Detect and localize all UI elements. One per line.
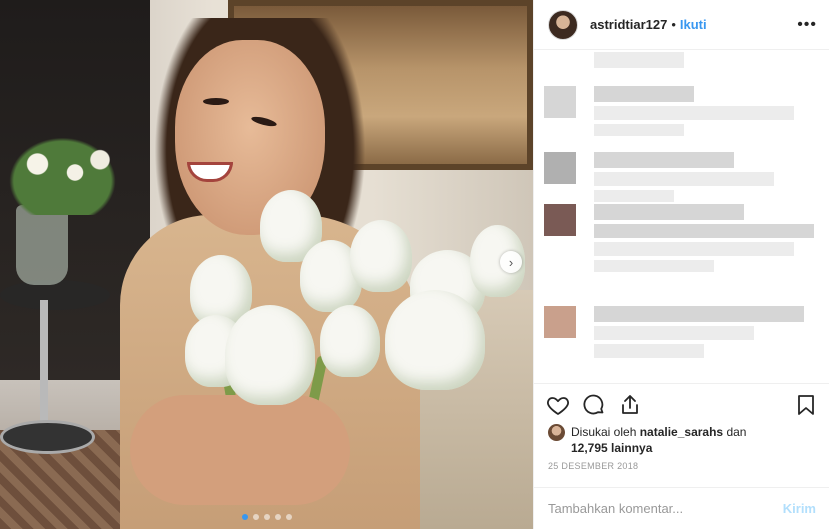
vase [16,205,68,285]
avatar[interactable] [548,9,578,40]
likes-summary[interactable]: Disukai oleh natalie_sarahs dan 12,795 l… [548,424,818,456]
glass-table [0,280,110,310]
carousel-dot [286,514,292,520]
calla-lily [320,305,380,377]
bookmark-icon[interactable] [794,393,818,417]
calla-lily [225,305,315,405]
likes-count-link[interactable]: 12,795 lainnya [571,441,652,455]
pixelated-block [594,106,794,120]
pixelated-block [594,152,734,168]
liker-avatar [548,424,565,441]
pixelated-avatar [544,204,576,236]
header-separator: • [671,17,676,32]
carousel-dot [253,514,259,520]
pixelated-block [594,124,684,136]
liker-username-link[interactable]: natalie_sarahs [640,425,723,439]
table-leg [40,300,48,440]
post-comment-button[interactable]: Kirim [783,501,816,516]
likes-conjunction: dan [726,425,747,439]
follow-button[interactable]: Ikuti [680,17,707,32]
pixelated-block [594,86,694,102]
post-actions [534,383,829,425]
comment-icon[interactable] [582,393,606,417]
pixelated-block [594,172,774,186]
chevron-right-icon: › [508,254,514,270]
pixelated-avatar [544,86,576,118]
pixelated-block [594,204,744,220]
share-icon[interactable] [618,393,642,417]
post-header: astridtiar127 • Ikuti ••• [534,0,829,50]
carousel-dot [275,514,281,520]
post-date[interactable]: 25 DESEMBER 2018 [548,461,638,471]
post-side-panel: astridtiar127 • Ikuti ••• Disukai oleh n… [533,0,829,529]
pixelated-block [594,242,794,256]
post-photo[interactable]: › [0,0,533,529]
comment-form: Kirim [534,487,829,529]
carousel-dot [242,514,248,520]
comments-list[interactable] [534,50,829,382]
username-link[interactable]: astridtiar127 [590,17,667,32]
likes-prefix: Disukai oleh [571,425,637,439]
more-icon[interactable]: ••• [797,16,817,34]
calla-lily [350,220,412,292]
calla-lily [385,290,485,390]
pixelated-block [594,326,754,340]
pixelated-avatar [544,306,576,338]
table-base [0,420,95,454]
person-eye-left [203,98,229,105]
heart-icon[interactable] [546,393,570,417]
carousel-next-button[interactable]: › [500,251,522,273]
pixelated-block [594,224,814,238]
likes-text: Disukai oleh natalie_sarahs dan 12,795 l… [571,424,746,456]
carousel-dot [264,514,270,520]
pixelated-block [594,52,684,68]
comment-input[interactable] [548,501,783,516]
pixelated-block [594,190,674,202]
lilies-in-vase [0,130,125,215]
pixelated-block [594,260,714,272]
person-arm [130,395,350,505]
pixelated-block [594,344,704,358]
carousel-indicator [242,514,292,520]
pixelated-block [594,306,804,322]
pixelated-avatar [544,152,576,184]
